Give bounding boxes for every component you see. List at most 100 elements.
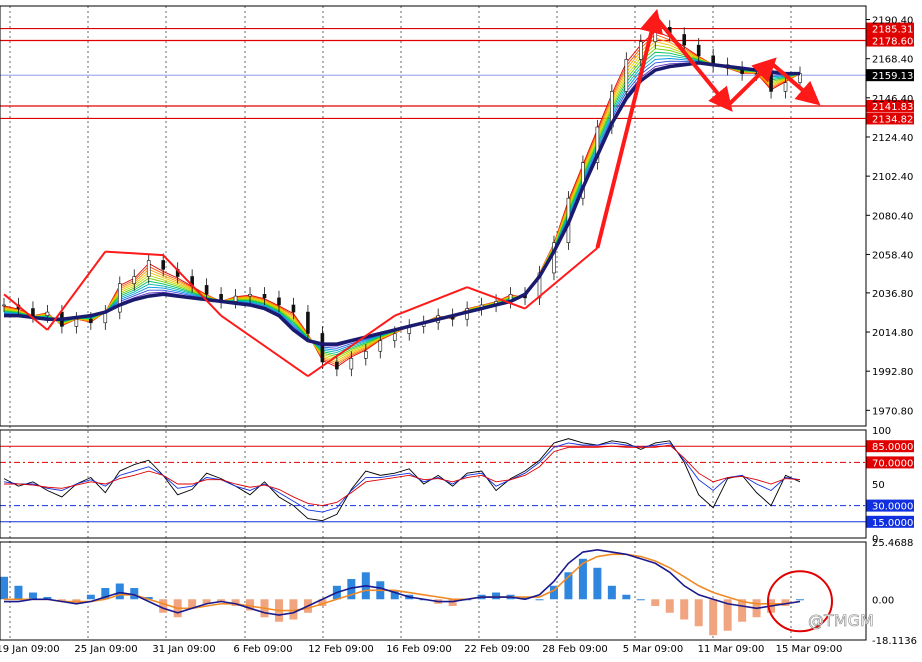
y-tick-label: 2058.40 [872,250,913,261]
macd-histogram-bar [607,585,616,600]
price-candle [74,318,79,327]
x-tick-label: 16 Feb 09:00 [386,644,452,655]
ma-ribbon-line [3,33,801,366]
trend-arrow [394,286,468,317]
y-tick-label: 2014.80 [872,328,913,339]
macd-panel-frame [0,541,867,641]
price-candle [769,73,773,92]
price-candle [783,82,788,92]
ma-ribbon-line [3,30,801,368]
x-tick-label: 5 Mar 09:00 [623,644,683,655]
rsi-series-line [3,438,801,522]
macd-histogram-bar [115,583,124,600]
price-candle [349,358,354,370]
macd-y-tick-label: -18.1136 [872,636,917,647]
watermark-text: @TMGM [808,611,874,630]
y-tick-label: 2190.40 [872,16,913,27]
price-candle [204,285,209,295]
y-tick-label: 1992.80 [872,367,913,378]
price-candle [262,294,267,299]
rsi-level-label: 15.0000 [872,518,913,529]
macd-histogram-bar [622,594,631,600]
macd-histogram-bar [86,594,95,600]
macd-histogram-bar [709,599,718,636]
macd-histogram-bar [0,576,8,600]
macd-histogram-bar [636,599,645,601]
macd-histogram-bar [14,585,23,600]
price-candle [291,304,296,313]
x-tick-label: 15 Mar 09:00 [776,644,843,655]
macd-histogram-bar [492,592,501,600]
rsi-level-label: 70.0000 [872,458,913,469]
price-candle [146,260,151,277]
ma-ribbon-line [3,55,801,353]
price-candle [696,44,701,57]
price-level-label: 2134.82 [872,114,913,125]
ma-ribbon-line [3,44,801,360]
x-tick-label: 28 Feb 09:00 [542,644,608,655]
price-candle [653,27,658,42]
price-candle [132,276,137,284]
macd-panel[interactable] [0,548,833,636]
x-tick-label: 11 Mar 09:00 [698,644,765,655]
price-candle [638,41,643,60]
chart-window[interactable]: 2185.31 2178.60 2141.83 2134.82 2159.13 85.0… [0,0,922,658]
x-tick-label: 19 Jan 09:00 [0,644,60,655]
trend-ma-line [4,61,800,346]
trend-arrow [105,250,164,257]
rsi-y-tick-label: 50 [872,480,885,491]
price-candle [248,294,252,297]
price-candle [45,311,50,316]
ma-ribbon-line [3,48,801,358]
macd-histogram-bar [159,599,168,613]
y-tick-label: 2080.40 [872,211,913,222]
price-candle [117,283,122,313]
price-candle [364,350,368,359]
current-price-label: 2159.13 [872,71,913,82]
ma-ribbon-line [3,37,801,364]
price-candle [161,260,165,270]
trend-arrow [162,254,222,317]
axis-labels: 19 Jan 09:00 25 Jan 09:00 31 Jan 09:00 6 Fe… [0,16,917,655]
rsi-y-tick-label: 100 [872,426,891,437]
macd-histogram-bar [535,599,544,601]
y-tick-label: 2102.40 [872,172,913,183]
macd-y-tick-label: 25.4688 [872,538,913,549]
rsi-level-label: 30.0000 [872,502,913,513]
ma-ribbon-line [3,51,801,355]
macd-histogram-bar [680,599,689,620]
rsi-panel[interactable]: 85.0000 70.0000 30.0000 15.0000 [0,438,914,529]
price-candle [320,333,325,363]
macd-histogram-bar [651,599,660,607]
x-tick-label: 12 Feb 09:00 [308,644,374,655]
price-candle [378,340,383,352]
y-tick-label: 2124.40 [872,133,913,144]
y-tick-label: 2146.40 [872,94,913,105]
price-candle [306,311,310,334]
x-tick-label: 6 Feb 09:00 [233,644,292,655]
price-candle [682,34,687,46]
macd-histogram-bar [694,599,703,627]
macd-histogram-bar [593,567,602,600]
price-candle [2,304,6,307]
axes [0,5,870,641]
price-level-label: 2178.60 [872,37,913,48]
y-tick-label: 2168.40 [872,55,913,66]
trend-arrow [220,314,309,377]
main-price-panel[interactable] [2,8,821,377]
price-candle [31,308,35,316]
macd-histogram-bar [28,592,37,600]
x-tick-label: 25 Jan 09:00 [74,644,137,655]
macd-histogram-bar [796,599,804,601]
y-tick-label: 2036.80 [872,289,913,300]
price-candle [277,297,281,306]
price-candle [335,361,339,370]
ma-ribbon-line [3,58,801,351]
macd-histogram-bar [665,599,674,613]
y-tick-label: 1970.80 [872,406,913,417]
x-tick-label: 31 Jan 09:00 [152,644,215,655]
price-candle [233,295,238,302]
rsi-level-label: 85.0000 [872,442,913,453]
chart-svg[interactable]: 2185.312178.602141.832134.822159.13 85.0… [0,0,922,658]
macd-y-tick-label: 0.00 [872,595,894,606]
